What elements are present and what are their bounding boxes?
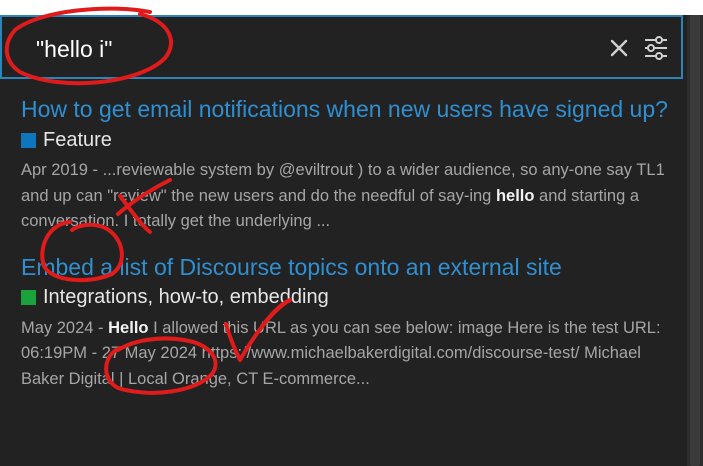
result-category[interactable]: Feature xyxy=(21,126,671,154)
search-box xyxy=(0,15,683,79)
blurb-text: - xyxy=(93,318,109,337)
search-filter-button[interactable] xyxy=(642,35,670,61)
clear-search-button[interactable] xyxy=(606,35,632,61)
category-swatch xyxy=(21,290,36,305)
search-results-panel: How to get email notifications when new … xyxy=(0,15,687,466)
sliders-icon xyxy=(645,36,667,60)
result-title-link[interactable]: Embed a list of Discourse topics onto an… xyxy=(21,253,671,281)
result-blurb: Apr 2019 - ...reviewable system by @evil… xyxy=(21,158,671,235)
result-item: How to get email notifications when new … xyxy=(21,95,671,235)
result-item: Embed a list of Discourse topics onto an… xyxy=(21,253,671,393)
scrollbar-thumb[interactable] xyxy=(690,15,700,466)
category-label: Feature xyxy=(43,128,112,151)
close-icon xyxy=(610,39,628,57)
category-label: Integrations, how-to, embedding xyxy=(43,286,329,308)
result-date: May 2024 xyxy=(21,318,94,337)
results-list: How to get email notifications when new … xyxy=(0,95,687,392)
result-blurb: May 2024 - Hello I allowed this URL as y… xyxy=(21,316,671,393)
result-category[interactable]: Integrations, how-to, embedding xyxy=(21,284,671,312)
search-highlight: hello xyxy=(495,186,535,205)
result-title-link[interactable]: How to get email notifications when new … xyxy=(21,95,671,123)
search-input[interactable] xyxy=(36,31,576,67)
result-date: Apr 2019 xyxy=(21,161,88,179)
search-highlight: Hello xyxy=(108,318,149,337)
category-swatch xyxy=(21,132,36,148)
scrollbar[interactable] xyxy=(687,15,703,466)
